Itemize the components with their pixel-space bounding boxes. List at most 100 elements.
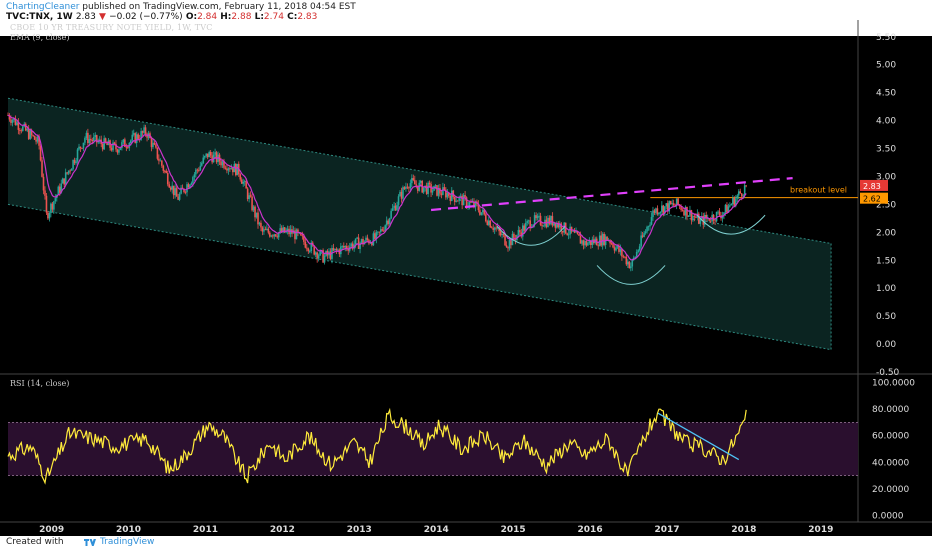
candle-body — [517, 230, 520, 236]
candle-body — [168, 184, 171, 188]
candle-body — [627, 261, 629, 265]
candle-body — [249, 195, 252, 197]
candle-body — [235, 163, 237, 176]
candle-body — [600, 235, 602, 246]
candle-body — [308, 251, 311, 252]
candle-body — [116, 149, 119, 153]
candle-body — [72, 159, 74, 169]
candle-body — [658, 213, 660, 215]
candle-body — [646, 226, 648, 232]
candle-body — [446, 193, 449, 198]
candle-body — [717, 211, 719, 213]
candle-body — [227, 168, 230, 171]
candle-body — [569, 226, 571, 235]
candle-body — [224, 167, 227, 169]
candle-body — [78, 146, 80, 150]
candle-body — [251, 196, 253, 211]
time-tick-label-9: 2018 — [731, 525, 756, 535]
created-with-text: Created with — [6, 537, 64, 547]
candle-body — [578, 234, 580, 236]
candle-body — [455, 200, 458, 202]
chart-canvas[interactable]: 5.505.004.504.003.503.002.502.001.501.00… — [0, 0, 932, 536]
candle-body — [686, 206, 688, 217]
time-tick-label-10: 2019 — [808, 525, 833, 535]
time-tick-label-0: 2009 — [39, 525, 64, 535]
candle-body — [391, 208, 394, 211]
candle-body — [740, 193, 743, 197]
candle-body — [54, 198, 57, 202]
candle-body — [434, 185, 437, 186]
price-tick-label-8: 1.50 — [876, 256, 896, 266]
candle-body — [631, 259, 634, 267]
candle-body — [150, 138, 153, 148]
candle-body — [141, 131, 144, 133]
chart-title: CBOE 10 YR TREASURY NOTE YIELD, 1W, TVC — [10, 23, 213, 32]
candle-body — [414, 180, 416, 185]
candle-body — [94, 135, 97, 138]
candle-body — [400, 191, 403, 199]
candle-body — [335, 248, 338, 251]
rsi-tick-label-5: 0.0000 — [872, 511, 904, 521]
candle-body — [360, 239, 363, 243]
candle-body — [215, 152, 218, 163]
candle-body — [323, 255, 326, 263]
candle-body — [103, 138, 105, 150]
rsi-legend: RSI (14, close) — [10, 379, 70, 388]
candle-body — [357, 237, 360, 249]
candle-body — [505, 245, 508, 248]
candle-body — [64, 172, 67, 185]
candle-body — [301, 235, 304, 237]
candle-body — [502, 234, 505, 235]
candle-body — [11, 120, 14, 123]
candle-body — [726, 204, 728, 213]
candle-body — [67, 170, 70, 174]
candle-body — [671, 203, 674, 205]
candle-body — [567, 234, 570, 236]
candle-body — [169, 187, 172, 190]
candle-body — [81, 148, 83, 149]
candle-body — [51, 203, 54, 210]
candle-body — [629, 266, 632, 269]
time-tick-label-4: 2013 — [347, 525, 372, 535]
candle-body — [266, 228, 268, 231]
candle-body — [584, 240, 586, 246]
time-tick-label-3: 2012 — [270, 525, 295, 535]
candle-body — [610, 243, 613, 245]
candle-body — [714, 220, 716, 222]
candle-body — [436, 185, 438, 196]
candle-body — [541, 224, 543, 226]
candle-body — [304, 241, 307, 248]
candle-body — [32, 135, 34, 137]
candle-body — [729, 205, 731, 207]
candle-body — [165, 170, 168, 173]
candle-body — [258, 222, 261, 225]
candle-body — [274, 234, 277, 237]
candle-body — [84, 138, 86, 143]
candle-body — [581, 240, 583, 244]
candle-body — [536, 215, 539, 219]
candle-body — [195, 169, 197, 175]
candle-body — [144, 127, 147, 135]
candle-body — [387, 220, 389, 225]
candle-body — [501, 234, 503, 236]
tradingview-logo-icon — [84, 539, 96, 546]
candle-body — [178, 193, 181, 200]
candle-body — [388, 218, 391, 225]
candle-body — [143, 127, 145, 133]
rsi-tick-label-4: 20.0000 — [872, 485, 909, 495]
candle-body — [379, 229, 382, 233]
candle-body — [63, 178, 66, 185]
candle-body — [69, 170, 71, 172]
candle-body — [329, 251, 332, 259]
candle-body — [342, 245, 345, 248]
tradingview-brand[interactable]: TradingView — [100, 537, 154, 547]
candle-body — [76, 149, 79, 162]
candle-body — [58, 186, 61, 193]
price-tick-label-0: 5.50 — [876, 33, 896, 43]
candle-body — [638, 246, 641, 251]
candle-body — [125, 146, 128, 148]
candle-body — [422, 187, 425, 193]
candle-body — [527, 220, 530, 222]
candle-body — [507, 247, 509, 249]
candle-body — [220, 161, 222, 166]
